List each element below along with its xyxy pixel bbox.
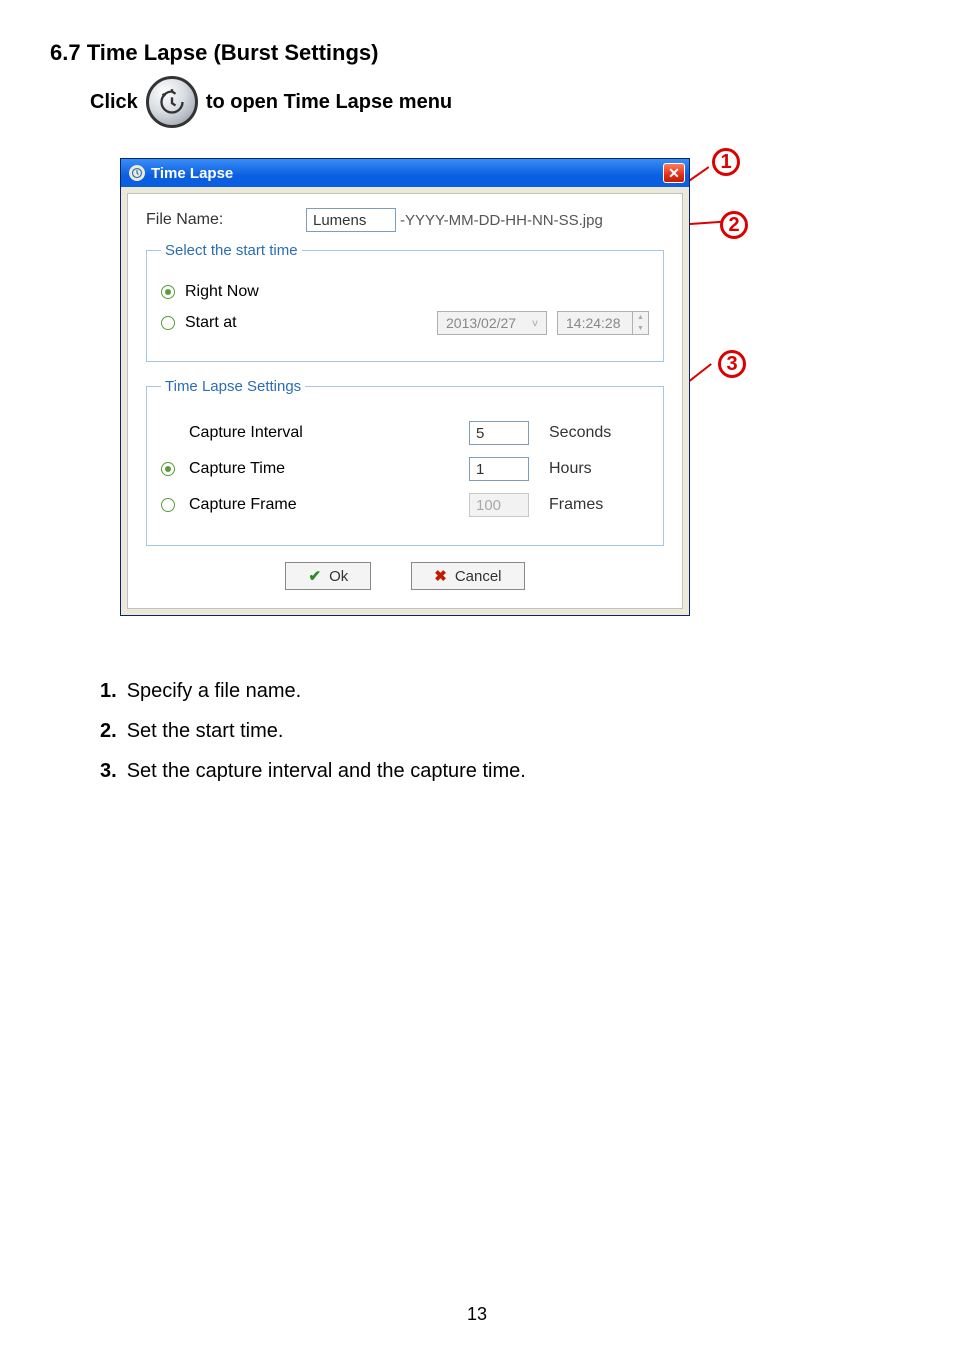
list-number: 2.	[100, 711, 117, 751]
callout-1: 1	[712, 148, 740, 176]
click-post-text: to open Time Lapse menu	[206, 91, 452, 114]
close-button[interactable]: ✕	[663, 163, 685, 183]
section-heading: 6.7 Time Lapse (Burst Settings)	[50, 40, 904, 66]
page-number: 13	[0, 1304, 954, 1325]
list-text-2: Set the start time.	[127, 711, 284, 751]
capture-frame-input	[469, 493, 529, 517]
click-instruction: Click to open Time Lapse menu	[90, 76, 904, 128]
start-time-group: Select the start time Right Now Start at…	[146, 242, 664, 362]
start-time-input[interactable]: 14:24:28 ▲ ▼	[557, 311, 649, 335]
dialog-screenshot: 1 2 3 Time Lapse ✕ File Name: -YYYY-MM-D…	[120, 158, 730, 616]
capture-time-label: Capture Time	[189, 460, 285, 478]
capture-time-option[interactable]: Capture Time Hours	[161, 457, 649, 481]
ok-button[interactable]: ✔ Ok	[285, 562, 371, 590]
chevron-down-icon: ⅴ	[532, 318, 538, 329]
start-date-value: 2013/02/27	[446, 315, 516, 331]
list-number: 3.	[100, 751, 117, 791]
radio-icon	[161, 462, 175, 476]
capture-frame-label: Capture Frame	[189, 496, 297, 514]
instruction-list: 1. Specify a file name. 2. Set the start…	[100, 671, 904, 791]
callout-3: 3	[718, 350, 746, 378]
list-text-1: Specify a file name.	[127, 671, 302, 711]
callout-2: 2	[720, 211, 748, 239]
right-now-label: Right Now	[185, 283, 259, 301]
radio-icon	[161, 316, 175, 330]
dialog-title: Time Lapse	[151, 165, 233, 182]
right-now-option[interactable]: Right Now	[161, 283, 649, 301]
frame-unit: Frames	[549, 496, 649, 514]
file-name-label: File Name:	[146, 211, 306, 229]
start-time-legend: Select the start time	[161, 242, 302, 259]
start-at-label: Start at	[185, 314, 237, 332]
time-spinner[interactable]: ▲ ▼	[632, 312, 648, 334]
radio-icon	[161, 498, 175, 512]
time-lapse-settings-group: Time Lapse Settings Capture Interval Sec…	[146, 378, 664, 546]
cancel-label: Cancel	[455, 568, 502, 585]
capture-interval-input[interactable]	[469, 421, 529, 445]
titlebar-app-icon	[129, 165, 145, 181]
start-time-value: 14:24:28	[566, 315, 621, 331]
file-name-suffix: -YYYY-MM-DD-HH-NN-SS.jpg	[400, 212, 603, 229]
list-text-3: Set the capture interval and the capture…	[127, 751, 526, 791]
click-pre-text: Click	[90, 91, 138, 114]
capture-time-input[interactable]	[469, 457, 529, 481]
cancel-button[interactable]: ✖ Cancel	[411, 562, 524, 590]
time-lapse-dialog: Time Lapse ✕ File Name: -YYYY-MM-DD-HH-N…	[120, 158, 690, 616]
interval-unit: Seconds	[549, 424, 649, 442]
file-name-input[interactable]	[306, 208, 396, 232]
radio-icon	[161, 285, 175, 299]
cross-icon: ✖	[434, 567, 447, 585]
check-icon: ✔	[308, 567, 321, 585]
start-at-option[interactable]: Start at 2013/02/27 ⅴ 14:24:28 ▲ ▼	[161, 311, 649, 335]
titlebar: Time Lapse ✕	[121, 159, 689, 187]
time-unit: Hours	[549, 460, 649, 478]
ok-label: Ok	[329, 568, 348, 585]
start-date-input[interactable]: 2013/02/27 ⅴ	[437, 311, 547, 335]
capture-interval-label: Capture Interval	[189, 424, 303, 442]
tls-legend: Time Lapse Settings	[161, 378, 305, 395]
dialog-body: File Name: -YYYY-MM-DD-HH-NN-SS.jpg Sele…	[127, 193, 683, 609]
close-icon: ✕	[668, 165, 680, 182]
spinner-up-icon: ▲	[633, 312, 648, 323]
list-number: 1.	[100, 671, 117, 711]
spinner-down-icon: ▼	[633, 323, 648, 334]
time-lapse-icon	[146, 76, 198, 128]
capture-frame-option[interactable]: Capture Frame Frames	[161, 493, 649, 517]
